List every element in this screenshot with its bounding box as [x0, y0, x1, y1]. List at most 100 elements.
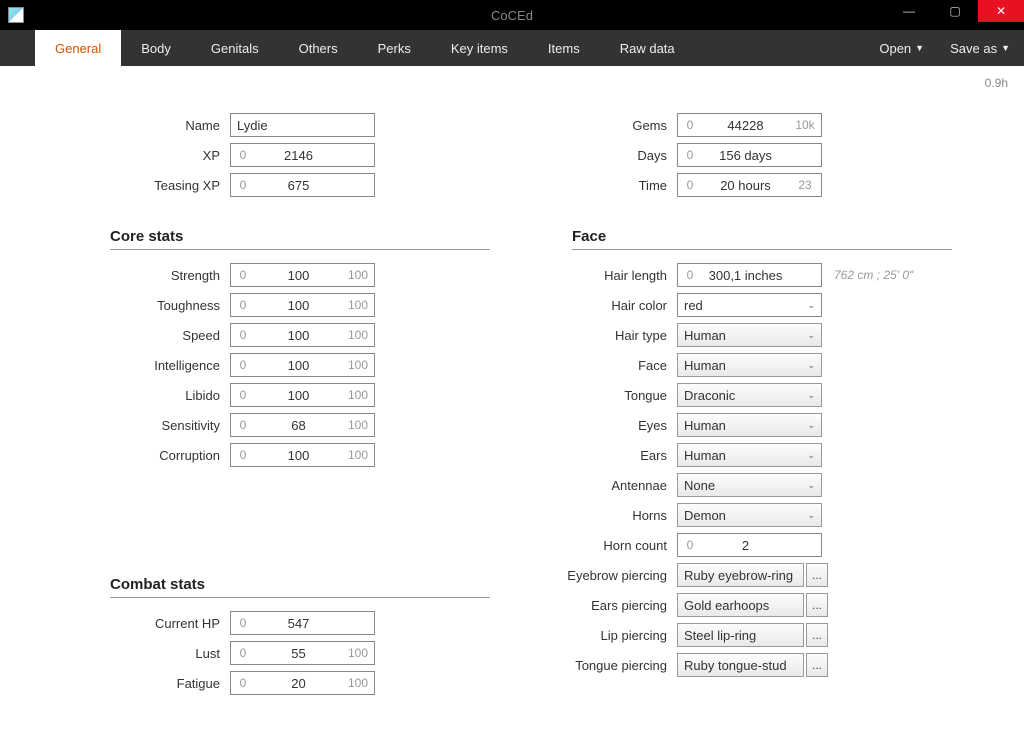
- chevron-down-icon: ▼: [915, 43, 924, 53]
- gems-lo: 0: [678, 118, 702, 132]
- combat-stats-header: Combat stats: [110, 576, 490, 598]
- core-libido-lo: 0: [231, 388, 255, 402]
- chevron-down-icon: ⌄: [807, 420, 815, 431]
- version-label: 0.9h: [985, 76, 1008, 90]
- name-value: Lydie: [231, 118, 374, 133]
- chevron-down-icon: ⌄: [807, 390, 815, 401]
- tongue-piercing-value: Ruby tongue-stud: [684, 658, 787, 673]
- core-strength-hi: 100: [342, 268, 374, 282]
- tab-key-items[interactable]: Key items: [431, 30, 528, 66]
- chevron-down-icon: ▼: [1001, 43, 1010, 53]
- hair-color-combo[interactable]: red⌄: [677, 293, 822, 317]
- core-sensitivity-value: 68: [255, 418, 342, 433]
- lip-piercing-more-button[interactable]: ...: [806, 623, 828, 647]
- tab-general[interactable]: General: [35, 30, 121, 66]
- tab-genitals[interactable]: Genitals: [191, 30, 279, 66]
- ears-combo[interactable]: Human ⌄: [677, 443, 822, 467]
- face-label: Face: [532, 358, 677, 373]
- horns-combo[interactable]: Demon ⌄: [677, 503, 822, 527]
- combat-fatigue-lo: 0: [231, 676, 255, 690]
- core-toughness-field[interactable]: 0100100: [230, 293, 375, 317]
- core-speed-field[interactable]: 0100100: [230, 323, 375, 347]
- combat-current-hp-label: Current HP: [40, 616, 230, 631]
- eyebrow-piercing-more-button[interactable]: ...: [806, 563, 828, 587]
- combat-fatigue-hi: 100: [342, 676, 374, 690]
- antennae-combo[interactable]: None⌄: [677, 473, 822, 497]
- teasing-xp-field[interactable]: 0 675: [230, 173, 375, 197]
- minimize-button[interactable]: —: [886, 0, 932, 22]
- chevron-down-icon: ⌄: [807, 510, 815, 521]
- tongue-combo[interactable]: Draconic⌄: [677, 383, 822, 407]
- txp-value: 675: [255, 178, 342, 193]
- tab-perks[interactable]: Perks: [358, 30, 431, 66]
- days-lo: 0: [678, 148, 702, 162]
- chevron-down-icon: ⌄: [807, 450, 815, 461]
- core-strength-field[interactable]: 0100100: [230, 263, 375, 287]
- core-speed-label: Speed: [40, 328, 230, 343]
- tab-others[interactable]: Others: [279, 30, 358, 66]
- core-speed-hi: 100: [342, 328, 374, 342]
- core-toughness-value: 100: [255, 298, 342, 313]
- horn-count-field[interactable]: 0 2: [677, 533, 822, 557]
- xp-value: 2146: [255, 148, 342, 163]
- lip-piercing-combo[interactable]: Steel lip-ring: [677, 623, 804, 647]
- days-field[interactable]: 0 156 days: [677, 143, 822, 167]
- core-sensitivity-label: Sensitivity: [40, 418, 230, 433]
- antennae-label: Antennae: [532, 478, 677, 493]
- ears-piercing-label: Ears piercing: [532, 598, 677, 613]
- gems-value: 44228: [702, 118, 789, 133]
- core-sensitivity-field[interactable]: 068100: [230, 413, 375, 437]
- tab-items[interactable]: Items: [528, 30, 600, 66]
- time-field[interactable]: 0 20 hours 23: [677, 173, 822, 197]
- hairlen-lo: 0: [678, 268, 702, 282]
- horncount-value: 2: [702, 538, 789, 553]
- core-libido-value: 100: [255, 388, 342, 403]
- name-field[interactable]: Lydie: [230, 113, 375, 137]
- tongue-label: Tongue: [532, 388, 677, 403]
- tongue-piercing-more-button[interactable]: ...: [806, 653, 828, 677]
- combat-lust-field[interactable]: 055100: [230, 641, 375, 665]
- ears-label: Ears: [532, 448, 677, 463]
- combat-fatigue-value: 20: [255, 676, 342, 691]
- hair-type-combo[interactable]: Human⌄: [677, 323, 822, 347]
- gems-field[interactable]: 0 44228 10k: [677, 113, 822, 137]
- horns-value: Demon: [684, 508, 726, 523]
- xp-field[interactable]: 0 2146: [230, 143, 375, 167]
- content-area: 0.9h Name Lydie XP 0 2146: [0, 66, 1024, 736]
- gems-label: Gems: [532, 118, 677, 133]
- combat-current-hp-field[interactable]: 0547: [230, 611, 375, 635]
- ears-value: Human: [684, 448, 726, 463]
- horns-label: Horns: [532, 508, 677, 523]
- saveas-menu[interactable]: Save as▼: [944, 41, 1016, 56]
- eyes-combo[interactable]: Human⌄: [677, 413, 822, 437]
- eyebrow-piercing-combo[interactable]: Ruby eyebrow-ring: [677, 563, 804, 587]
- core-libido-field[interactable]: 0100100: [230, 383, 375, 407]
- face-value: Human: [684, 358, 726, 373]
- face-combo[interactable]: Human⌄: [677, 353, 822, 377]
- hair-length-label: Hair length: [532, 268, 677, 283]
- open-menu[interactable]: Open ▼: [873, 41, 930, 56]
- titlebar: CoCEd — ▢ ✕: [0, 0, 1024, 30]
- horn-count-label: Horn count: [532, 538, 677, 553]
- core-strength-label: Strength: [40, 268, 230, 283]
- open-label: Open: [879, 41, 911, 56]
- maximize-button[interactable]: ▢: [932, 0, 978, 22]
- hair-length-field[interactable]: 0 300,1 inches: [677, 263, 822, 287]
- time-lo: 0: [678, 178, 702, 192]
- lip-piercing-value: Steel lip-ring: [684, 628, 756, 643]
- tab-body[interactable]: Body: [121, 30, 191, 66]
- core-corruption-field[interactable]: 0100100: [230, 443, 375, 467]
- days-value: 156 days: [702, 148, 789, 163]
- combat-lust-value: 55: [255, 646, 342, 661]
- core-corruption-value: 100: [255, 448, 342, 463]
- close-button[interactable]: ✕: [978, 0, 1024, 22]
- core-strength-value: 100: [255, 268, 342, 283]
- ears-piercing-combo[interactable]: Gold earhoops: [677, 593, 804, 617]
- tab-raw-data[interactable]: Raw data: [600, 30, 695, 66]
- hair-color-value: red: [684, 298, 703, 313]
- core-intelligence-field[interactable]: 0100100: [230, 353, 375, 377]
- ears-piercing-more-button[interactable]: ...: [806, 593, 828, 617]
- hairlen-value: 300,1 inches: [702, 268, 789, 283]
- tongue-piercing-combo[interactable]: Ruby tongue-stud: [677, 653, 804, 677]
- combat-fatigue-field[interactable]: 020100: [230, 671, 375, 695]
